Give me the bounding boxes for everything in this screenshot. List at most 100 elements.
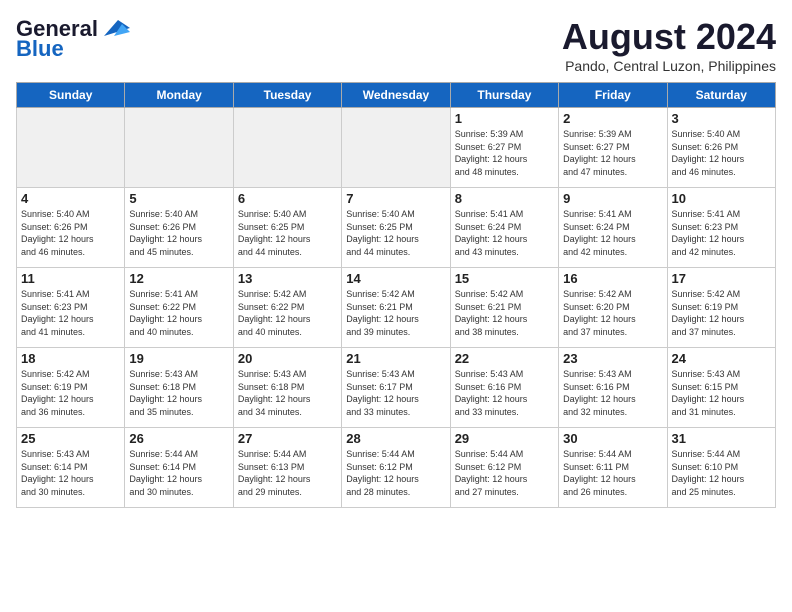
day-header-monday: Monday — [125, 83, 233, 108]
calendar-table: SundayMondayTuesdayWednesdayThursdayFrid… — [16, 82, 776, 508]
month-title: August 2024 — [562, 16, 776, 58]
cell-info: Sunrise: 5:43 AM Sunset: 6:16 PM Dayligh… — [563, 368, 662, 418]
day-number: 10 — [672, 191, 771, 206]
cell-info: Sunrise: 5:42 AM Sunset: 6:20 PM Dayligh… — [563, 288, 662, 338]
day-number: 13 — [238, 271, 337, 286]
day-number: 17 — [672, 271, 771, 286]
calendar-cell: 31Sunrise: 5:44 AM Sunset: 6:10 PM Dayli… — [667, 428, 775, 508]
day-number: 5 — [129, 191, 228, 206]
cell-info: Sunrise: 5:44 AM Sunset: 6:14 PM Dayligh… — [129, 448, 228, 498]
cell-info: Sunrise: 5:43 AM Sunset: 6:15 PM Dayligh… — [672, 368, 771, 418]
calendar-cell: 29Sunrise: 5:44 AM Sunset: 6:12 PM Dayli… — [450, 428, 558, 508]
day-number: 12 — [129, 271, 228, 286]
calendar-cell: 21 Sunrise: 5:43 AM Sunset: 6:17 PM Dayli… — [342, 348, 450, 428]
location: Pando, Central Luzon, Philippines — [562, 58, 776, 74]
day-number: 23 — [563, 351, 662, 366]
cell-info: Sunrise: 5:41 AM Sunset: 6:24 PM Dayligh… — [455, 208, 554, 258]
calendar-cell: 26 Sunrise: 5:44 AM Sunset: 6:14 PM Dayli… — [125, 428, 233, 508]
day-number: 4 — [21, 191, 120, 206]
calendar-cell: 30 Sunrise: 5:44 AM Sunset: 6:11 PM Dayli… — [559, 428, 667, 508]
day-number: 15 — [455, 271, 554, 286]
cell-info: Sunrise: 5:43 AM Sunset: 6:14 PM Dayligh… — [21, 448, 120, 498]
calendar-cell: 25 Sunrise: 5:43 AM Sunset: 6:14 PM Dayli… — [17, 428, 125, 508]
day-number: 7 — [346, 191, 445, 206]
cell-info: Sunrise: 5:40 AM Sunset: 6:25 PM Dayligh… — [346, 208, 445, 258]
week-row-2: 4 Sunrise: 5:40 AM Sunset: 6:26 PM Daylig… — [17, 188, 776, 268]
cell-info: Sunrise: 5:43 AM Sunset: 6:18 PM Dayligh… — [238, 368, 337, 418]
day-number: 3 — [672, 111, 771, 126]
day-number: 2 — [563, 111, 662, 126]
cell-info: Sunrise: 5:40 AM Sunset: 6:25 PM Dayligh… — [238, 208, 337, 258]
cell-info: Sunrise: 5:39 AM Sunset: 6:27 PM Dayligh… — [455, 128, 554, 178]
calendar-cell: 16Sunrise: 5:42 AM Sunset: 6:20 PM Dayli… — [559, 268, 667, 348]
cell-info: Sunrise: 5:44 AM Sunset: 6:11 PM Dayligh… — [563, 448, 662, 498]
calendar-cell: 17Sunrise: 5:42 AM Sunset: 6:19 PM Dayli… — [667, 268, 775, 348]
day-number: 22 — [455, 351, 554, 366]
cell-info: Sunrise: 5:41 AM Sunset: 6:24 PM Dayligh… — [563, 208, 662, 258]
day-number: 30 — [563, 431, 662, 446]
logo-icon — [100, 18, 130, 38]
week-row-3: 11 Sunrise: 5:41 AM Sunset: 6:23 PM Dayli… — [17, 268, 776, 348]
calendar-cell — [125, 108, 233, 188]
page-header: General Blue August 2024 Pando, Central … — [16, 16, 776, 74]
day-number: 27 — [238, 431, 337, 446]
calendar-cell: 4 Sunrise: 5:40 AM Sunset: 6:26 PM Daylig… — [17, 188, 125, 268]
cell-info: Sunrise: 5:42 AM Sunset: 6:19 PM Dayligh… — [21, 368, 120, 418]
cell-info: Sunrise: 5:44 AM Sunset: 6:12 PM Dayligh… — [346, 448, 445, 498]
calendar-cell: 9 Sunrise: 5:41 AM Sunset: 6:24 PM Daylig… — [559, 188, 667, 268]
cell-info: Sunrise: 5:42 AM Sunset: 6:21 PM Dayligh… — [346, 288, 445, 338]
day-header-thursday: Thursday — [450, 83, 558, 108]
calendar-cell: 15 Sunrise: 5:42 AM Sunset: 6:21 PM Dayli… — [450, 268, 558, 348]
cell-info: Sunrise: 5:39 AM Sunset: 6:27 PM Dayligh… — [563, 128, 662, 178]
cell-info: Sunrise: 5:42 AM Sunset: 6:21 PM Dayligh… — [455, 288, 554, 338]
cell-info: Sunrise: 5:41 AM Sunset: 6:23 PM Dayligh… — [672, 208, 771, 258]
calendar-cell: 12 Sunrise: 5:41 AM Sunset: 6:22 PM Dayli… — [125, 268, 233, 348]
calendar-cell: 28 Sunrise: 5:44 AM Sunset: 6:12 PM Dayli… — [342, 428, 450, 508]
day-number: 20 — [238, 351, 337, 366]
calendar-cell: 10 Sunrise: 5:41 AM Sunset: 6:23 PM Dayli… — [667, 188, 775, 268]
cell-info: Sunrise: 5:41 AM Sunset: 6:22 PM Dayligh… — [129, 288, 228, 338]
cell-info: Sunrise: 5:41 AM Sunset: 6:23 PM Dayligh… — [21, 288, 120, 338]
day-header-sunday: Sunday — [17, 83, 125, 108]
calendar-cell: 8Sunrise: 5:41 AM Sunset: 6:24 PM Daylig… — [450, 188, 558, 268]
day-number: 9 — [563, 191, 662, 206]
calendar-cell: 14 Sunrise: 5:42 AM Sunset: 6:21 PM Dayli… — [342, 268, 450, 348]
calendar-cell: 3 Sunrise: 5:40 AM Sunset: 6:26 PM Daylig… — [667, 108, 775, 188]
calendar-cell: 19Sunrise: 5:43 AM Sunset: 6:18 PM Dayli… — [125, 348, 233, 428]
day-number: 24 — [672, 351, 771, 366]
calendar-cell — [233, 108, 341, 188]
cell-info: Sunrise: 5:43 AM Sunset: 6:16 PM Dayligh… — [455, 368, 554, 418]
week-row-4: 18 Sunrise: 5:42 AM Sunset: 6:19 PM Dayli… — [17, 348, 776, 428]
logo-blue: Blue — [16, 36, 64, 62]
calendar-cell: 27 Sunrise: 5:44 AM Sunset: 6:13 PM Dayli… — [233, 428, 341, 508]
calendar-cell: 2 Sunrise: 5:39 AM Sunset: 6:27 PM Daylig… — [559, 108, 667, 188]
day-number: 11 — [21, 271, 120, 286]
logo: General Blue — [16, 16, 130, 62]
cell-info: Sunrise: 5:40 AM Sunset: 6:26 PM Dayligh… — [21, 208, 120, 258]
cell-info: Sunrise: 5:44 AM Sunset: 6:13 PM Dayligh… — [238, 448, 337, 498]
calendar-header-row: SundayMondayTuesdayWednesdayThursdayFrid… — [17, 83, 776, 108]
day-number: 1 — [455, 111, 554, 126]
day-header-wednesday: Wednesday — [342, 83, 450, 108]
cell-info: Sunrise: 5:40 AM Sunset: 6:26 PM Dayligh… — [672, 128, 771, 178]
calendar-cell: 1 Sunrise: 5:39 AM Sunset: 6:27 PM Daylig… — [450, 108, 558, 188]
day-number: 25 — [21, 431, 120, 446]
calendar-cell — [17, 108, 125, 188]
calendar-cell: 23 Sunrise: 5:43 AM Sunset: 6:16 PM Dayli… — [559, 348, 667, 428]
calendar-cell: 11 Sunrise: 5:41 AM Sunset: 6:23 PM Dayli… — [17, 268, 125, 348]
day-number: 18 — [21, 351, 120, 366]
week-row-5: 25 Sunrise: 5:43 AM Sunset: 6:14 PM Dayli… — [17, 428, 776, 508]
day-number: 6 — [238, 191, 337, 206]
day-number: 26 — [129, 431, 228, 446]
day-header-saturday: Saturday — [667, 83, 775, 108]
day-number: 21 — [346, 351, 445, 366]
cell-info: Sunrise: 5:44 AM Sunset: 6:10 PM Dayligh… — [672, 448, 771, 498]
calendar-cell — [342, 108, 450, 188]
title-block: August 2024 Pando, Central Luzon, Philip… — [562, 16, 776, 74]
calendar-cell: 24 Sunrise: 5:43 AM Sunset: 6:15 PM Dayli… — [667, 348, 775, 428]
day-number: 28 — [346, 431, 445, 446]
cell-info: Sunrise: 5:43 AM Sunset: 6:17 PM Dayligh… — [346, 368, 445, 418]
calendar-cell: 5Sunrise: 5:40 AM Sunset: 6:26 PM Daylig… — [125, 188, 233, 268]
day-number: 14 — [346, 271, 445, 286]
calendar-cell: 6 Sunrise: 5:40 AM Sunset: 6:25 PM Daylig… — [233, 188, 341, 268]
